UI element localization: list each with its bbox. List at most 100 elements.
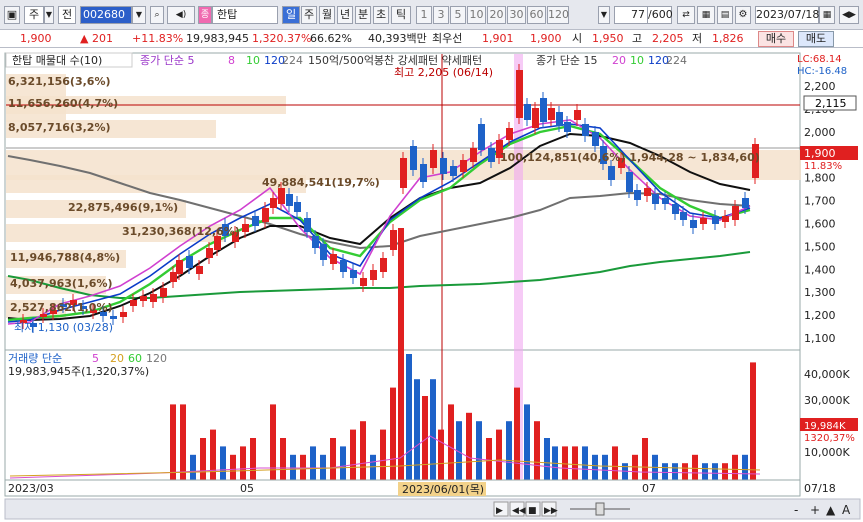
period-5-button[interactable]: 초: [373, 6, 389, 24]
period-0-button[interactable]: 일: [282, 6, 300, 24]
interval-3-button[interactable]: 3: [433, 6, 449, 24]
candle-down: [608, 166, 615, 180]
candle-up: [548, 108, 555, 120]
calendar-icon[interactable]: ▦: [819, 6, 835, 24]
period-3-button[interactable]: 년: [337, 6, 353, 24]
legend-ma-period: 224: [282, 54, 303, 67]
candle-up: [170, 272, 177, 282]
legend-ma-period: 8: [228, 54, 235, 67]
speaker-icon[interactable]: ◀): [167, 6, 195, 24]
volume-bar: [702, 463, 708, 480]
volume-legend-period: 5: [92, 352, 99, 365]
sell-button[interactable]: 매도: [798, 31, 834, 47]
candle-down: [340, 260, 347, 272]
interval-10-button[interactable]: 10: [467, 6, 486, 24]
candle-up: [370, 270, 377, 280]
volume-bar: [682, 463, 688, 480]
candle-down: [592, 132, 599, 146]
volume-bar: [350, 429, 356, 480]
cursor-date: 2023/06/01(목): [402, 483, 484, 496]
volume-bar: [642, 438, 648, 480]
volume-legend-period: 60: [128, 352, 142, 365]
interval-30-button[interactable]: 30: [507, 6, 526, 24]
volume-bar: [742, 454, 748, 480]
volume-tag-rate: 1320,37%: [804, 433, 855, 444]
volume-profile-label: 4,037,963(1,6%): [10, 277, 113, 290]
candle-down: [478, 124, 485, 150]
candle-up: [130, 300, 137, 306]
legend-ma: 종가 단순 5: [140, 54, 194, 67]
candle-up: [330, 254, 337, 264]
volume-bar: [750, 362, 756, 480]
volume-profile-label: 31,230,368(12,6%): [122, 225, 240, 238]
type-select[interactable]: 주: [24, 6, 44, 24]
volume-bar: [732, 454, 738, 480]
candle-up: [430, 150, 437, 168]
volume-bar: [582, 446, 588, 480]
price-chart[interactable]: 2,2002,1002,0001,9001,8001,7001,6001,500…: [0, 48, 863, 522]
period-4-button[interactable]: 분: [355, 6, 371, 24]
volume-value: 19,983,945주(1,320,37%): [8, 365, 149, 378]
interval-1-button[interactable]: 1: [416, 6, 432, 24]
candle-down: [320, 244, 327, 260]
current-rate: 11.83%: [804, 161, 842, 172]
volume-bar: [430, 379, 436, 480]
legend-ma2-period: 10: [630, 54, 644, 67]
volume-bar: [692, 454, 698, 480]
candle-down: [634, 190, 641, 200]
interval-60-button[interactable]: 60: [527, 6, 546, 24]
volume-profile-label: 22,875,496(9,1%): [68, 201, 178, 214]
candle-down: [582, 124, 589, 136]
price-tick-label: 1,100: [804, 332, 836, 345]
volume-bar: [230, 454, 236, 480]
buy-button[interactable]: 매수: [758, 31, 794, 47]
interval-20-button[interactable]: 20: [487, 6, 506, 24]
candle-down: [652, 194, 659, 204]
period-2-button[interactable]: 월: [319, 6, 335, 24]
low-marker: 최저 1,130 (03/28): [14, 321, 113, 334]
period-6-button[interactable]: 틱: [391, 6, 411, 24]
search-icon[interactable]: ⌕: [150, 6, 164, 24]
code-dropdown-icon[interactable]: ▼: [132, 6, 146, 24]
type-dropdown-icon[interactable]: ▼: [44, 6, 54, 24]
volume-profile-label: 8,057,716(3,2%): [8, 121, 111, 134]
volume-tick-label: 40,000K: [804, 368, 850, 381]
arrows-icon[interactable]: ⇄: [677, 6, 695, 24]
num-dropdown-icon[interactable]: ▼: [598, 6, 610, 24]
save-icon[interactable]: ▤: [717, 6, 733, 24]
code-input[interactable]: 002680: [80, 6, 132, 24]
gear-icon[interactable]: ⚙: [735, 6, 751, 24]
candle-up: [242, 224, 249, 232]
candle-up: [206, 248, 213, 258]
volume-profile-bar: [6, 175, 306, 193]
candle-down: [488, 148, 495, 162]
interval-120-button[interactable]: 120: [547, 6, 569, 24]
candle-down: [742, 198, 749, 208]
menu-icon[interactable]: ◀▶: [839, 6, 859, 24]
volume-bar: [210, 429, 216, 480]
count-input[interactable]: 77: [614, 6, 648, 24]
volume-bar: [612, 446, 618, 480]
volume-legend-period: 120: [146, 352, 167, 365]
zoom-control: -: [794, 503, 798, 517]
interval-5-button[interactable]: 5: [450, 6, 466, 24]
playback-label: ▶: [496, 506, 503, 516]
grid-icon[interactable]: ▦: [697, 6, 715, 24]
candle-down: [304, 218, 311, 232]
candle-up: [470, 148, 477, 162]
low-label: 저: [692, 32, 703, 45]
volume-bar: [380, 429, 386, 480]
x-axis-label: 2023/03: [8, 482, 54, 495]
volume-ratio: 1,320.37%: [252, 32, 312, 45]
window-icon[interactable]: ▣: [4, 6, 20, 24]
chart-pane[interactable]: 2,2002,1002,0001,9001,8001,7001,6001,500…: [0, 48, 863, 522]
high-marker: 최고 2,205 (06/14): [394, 66, 493, 79]
candle-down: [420, 164, 427, 182]
date-input[interactable]: 2023/07/18: [755, 6, 819, 24]
volume-profile-label: 49,884,541(19,7%): [262, 176, 380, 189]
volume-tick-label: 30,000K: [804, 394, 850, 407]
price-tick-label: 1,600: [804, 217, 836, 230]
period-1-button[interactable]: 주: [301, 6, 317, 24]
prev-button[interactable]: 전: [58, 6, 76, 24]
volume: 19,983,945: [186, 32, 249, 45]
